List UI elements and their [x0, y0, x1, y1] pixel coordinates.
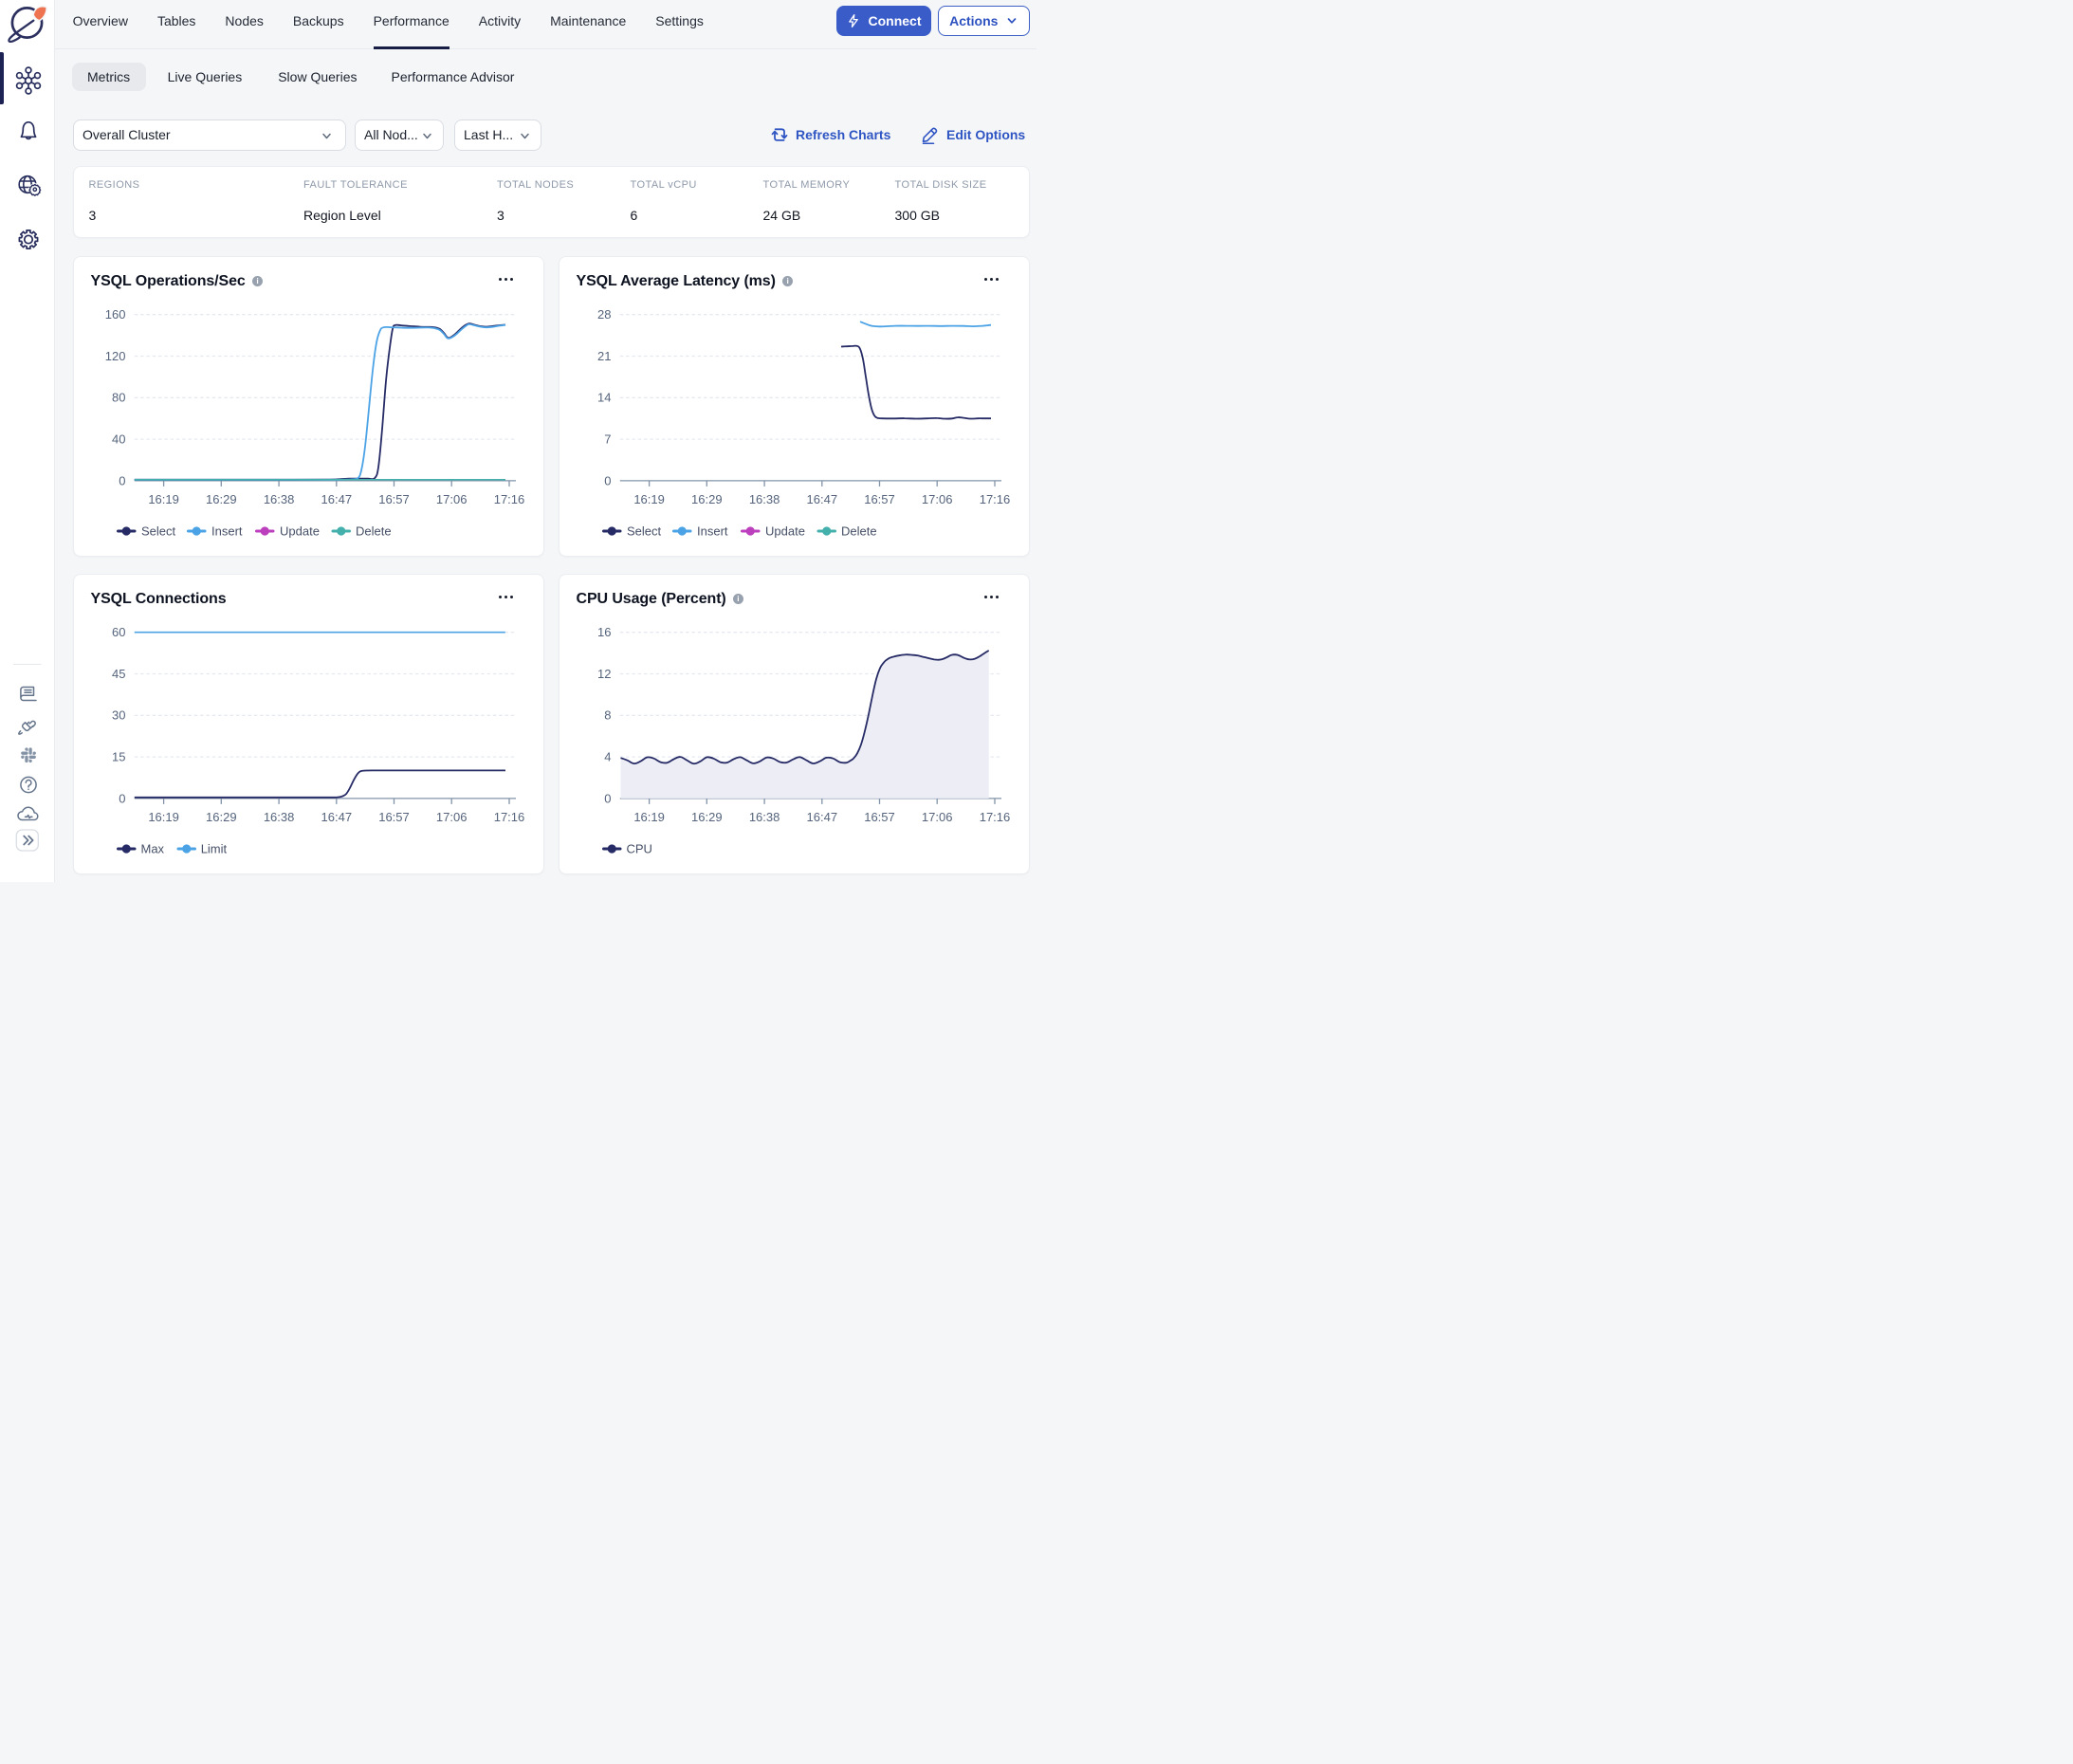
- svg-text:Insert: Insert: [211, 524, 243, 539]
- svg-text:17:16: 17:16: [494, 492, 525, 506]
- svg-text:16:19: 16:19: [148, 492, 179, 506]
- svg-text:17:06: 17:06: [436, 810, 468, 824]
- svg-text:Update: Update: [765, 524, 805, 539]
- svg-text:30: 30: [112, 708, 125, 723]
- svg-text:Select: Select: [627, 524, 662, 539]
- svg-text:17:06: 17:06: [922, 810, 953, 824]
- svg-text:16:19: 16:19: [633, 492, 665, 506]
- svg-text:14: 14: [597, 391, 611, 405]
- svg-text:Limit: Limit: [201, 842, 228, 856]
- svg-text:0: 0: [119, 473, 125, 487]
- svg-text:16:29: 16:29: [691, 810, 723, 824]
- svg-text:Delete: Delete: [841, 524, 877, 539]
- svg-text:21: 21: [597, 349, 611, 363]
- svg-text:Insert: Insert: [697, 524, 728, 539]
- svg-text:16:29: 16:29: [206, 810, 237, 824]
- svg-text:0: 0: [119, 791, 125, 805]
- svg-text:16:47: 16:47: [807, 810, 838, 824]
- svg-text:16:38: 16:38: [749, 492, 780, 506]
- svg-text:0: 0: [604, 791, 611, 805]
- svg-text:17:16: 17:16: [980, 810, 1011, 824]
- svg-text:16:19: 16:19: [148, 810, 179, 824]
- svg-text:28: 28: [597, 307, 611, 322]
- svg-text:120: 120: [105, 349, 126, 363]
- svg-text:16:38: 16:38: [749, 810, 780, 824]
- svg-text:16:47: 16:47: [321, 492, 353, 506]
- svg-text:7: 7: [604, 432, 611, 447]
- svg-text:0: 0: [604, 473, 611, 487]
- svg-text:Delete: Delete: [356, 524, 392, 539]
- svg-text:4: 4: [604, 750, 611, 764]
- svg-text:16:57: 16:57: [378, 492, 410, 506]
- svg-text:16:57: 16:57: [864, 492, 895, 506]
- svg-text:Max: Max: [141, 842, 165, 856]
- svg-text:160: 160: [105, 307, 126, 322]
- svg-text:Select: Select: [141, 524, 176, 539]
- svg-text:16: 16: [597, 625, 611, 639]
- svg-text:Update: Update: [280, 524, 320, 539]
- svg-text:16:57: 16:57: [864, 810, 895, 824]
- svg-text:16:19: 16:19: [633, 810, 665, 824]
- svg-text:45: 45: [112, 667, 125, 681]
- svg-text:16:38: 16:38: [264, 492, 295, 506]
- svg-text:8: 8: [604, 708, 611, 723]
- svg-text:16:38: 16:38: [264, 810, 295, 824]
- svg-text:16:47: 16:47: [321, 810, 353, 824]
- svg-text:CPU: CPU: [627, 842, 652, 856]
- svg-text:17:16: 17:16: [494, 810, 525, 824]
- svg-text:16:29: 16:29: [691, 492, 723, 506]
- svg-text:17:06: 17:06: [436, 492, 468, 506]
- svg-text:17:06: 17:06: [922, 492, 953, 506]
- svg-text:60: 60: [112, 625, 125, 639]
- svg-text:17:16: 17:16: [980, 492, 1011, 506]
- svg-text:12: 12: [597, 667, 611, 681]
- svg-text:16:29: 16:29: [206, 492, 237, 506]
- svg-text:15: 15: [112, 750, 125, 764]
- svg-text:16:57: 16:57: [378, 810, 410, 824]
- svg-text:16:47: 16:47: [807, 492, 838, 506]
- svg-text:80: 80: [112, 391, 125, 405]
- svg-text:40: 40: [112, 432, 125, 447]
